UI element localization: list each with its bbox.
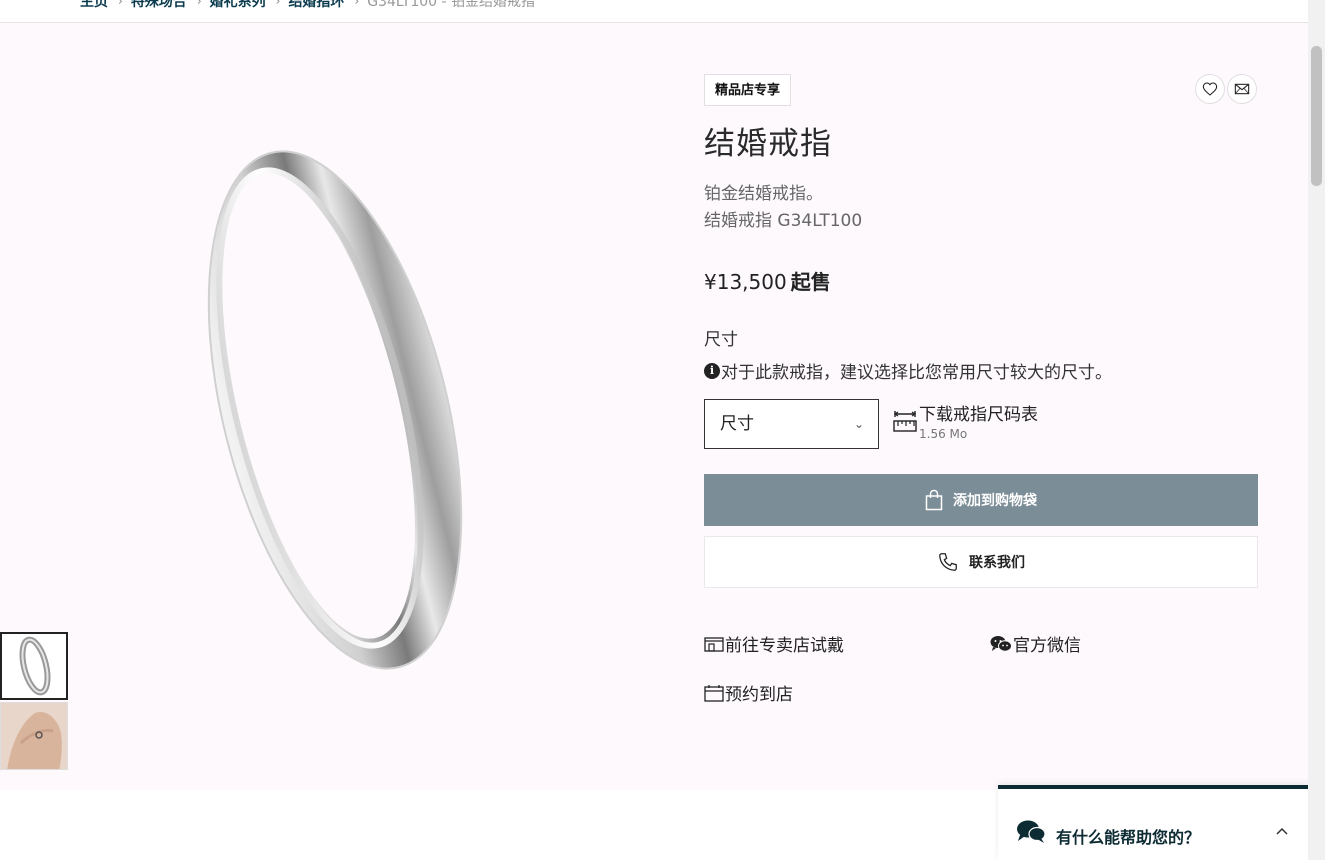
calendar-icon: [704, 684, 724, 702]
breadcrumb-wedding-bands[interactable]: 结婚指环: [288, 0, 344, 11]
hand-thumbnail-image: [1, 703, 67, 769]
contact-us-button[interactable]: 联系我们: [704, 536, 1258, 588]
wechat-link[interactable]: 官方微信: [990, 631, 1081, 656]
envelope-icon: [1234, 83, 1250, 95]
product-description-line: 铂金结婚戒指。: [704, 184, 823, 204]
thumbnail-ring[interactable]: [0, 632, 68, 700]
size-label: 尺寸: [704, 330, 738, 350]
ruler-icon: [893, 411, 917, 432]
chevron-right-icon: ›: [354, 0, 360, 8]
size-note: i 对于此款戒指，建议选择比您常用尺寸较大的尺寸。: [704, 358, 1112, 383]
product-title: 结婚戒指: [704, 126, 832, 162]
thumbnail-hand[interactable]: [0, 702, 68, 770]
heart-icon: [1202, 82, 1218, 96]
store-icon: [704, 635, 724, 653]
ring-thumbnail-image: [2, 634, 66, 698]
wishlist-button[interactable]: [1195, 74, 1225, 104]
size-select[interactable]: 尺寸 ⌄: [704, 399, 879, 449]
add-to-bag-label: 添加到购物袋: [953, 493, 1037, 509]
chat-bubbles-icon: [1017, 820, 1046, 843]
wechat-icon: [990, 635, 1012, 653]
breadcrumb: 主页 › 特殊场合 › 婚礼系列 › 结婚指环 › G34LT100 - 铂金结…: [80, 0, 535, 11]
price-suffix: 起售: [790, 270, 831, 294]
chevron-right-icon: ›: [196, 0, 202, 8]
help-label: 有什么能帮助您的？: [1056, 828, 1201, 847]
download-label: 下载戒指尺码表: [919, 405, 1038, 425]
add-to-bag-button[interactable]: 添加到购物袋: [704, 474, 1258, 526]
size-select-value: 尺寸: [720, 414, 754, 434]
page-scrollbar[interactable]: [1308, 0, 1325, 860]
contact-us-label: 联系我们: [969, 555, 1025, 571]
book-appointment-link[interactable]: 预约到店: [704, 680, 793, 705]
book-appointment-label: 预约到店: [725, 685, 793, 705]
info-icon: i: [704, 362, 720, 379]
shopping-bag-icon: [925, 489, 943, 511]
scrollbar-thumb[interactable]: [1311, 46, 1322, 186]
chevron-down-icon: ⌄: [853, 417, 864, 431]
breadcrumb-bar: 主页 › 特殊场合 › 婚礼系列 › 结婚指环 › G34LT100 - 铂金结…: [0, 0, 1308, 23]
product-price: ¥13,500 起售: [704, 266, 831, 295]
chevron-right-icon: ›: [118, 0, 123, 8]
price-value: ¥13,500: [704, 270, 787, 294]
breadcrumb-occasions[interactable]: 特殊场合: [131, 0, 187, 11]
size-note-text: 对于此款戒指，建议选择比您常用尺寸较大的尺寸。: [721, 363, 1112, 383]
chevron-up-icon[interactable]: [1276, 827, 1288, 835]
phone-icon: [937, 551, 959, 573]
product-main-image[interactable]: [170, 120, 500, 690]
help-chat-widget[interactable]: 有什么能帮助您的？: [998, 785, 1308, 860]
breadcrumb-wedding[interactable]: 婚礼系列: [210, 0, 266, 11]
product-description: 铂金结婚戒指。 结婚戒指 G34LT100: [704, 181, 862, 235]
store-try-on-label: 前往专卖店试戴: [725, 636, 844, 656]
wechat-label: 官方微信: [1013, 636, 1081, 656]
boutique-exclusive-badge: 精品店专享: [704, 74, 792, 106]
share-email-button[interactable]: [1227, 74, 1257, 104]
chevron-right-icon: ›: [275, 0, 281, 8]
breadcrumb-current: G34LT100 - 铂金结婚戒指: [367, 0, 536, 10]
product-reference: 结婚戒指 G34LT100: [704, 211, 863, 231]
breadcrumb-home[interactable]: 主页: [80, 0, 108, 11]
store-try-on-link[interactable]: 前往专卖店试戴: [704, 631, 844, 656]
download-file-size: 1.56 Mo: [919, 427, 968, 441]
